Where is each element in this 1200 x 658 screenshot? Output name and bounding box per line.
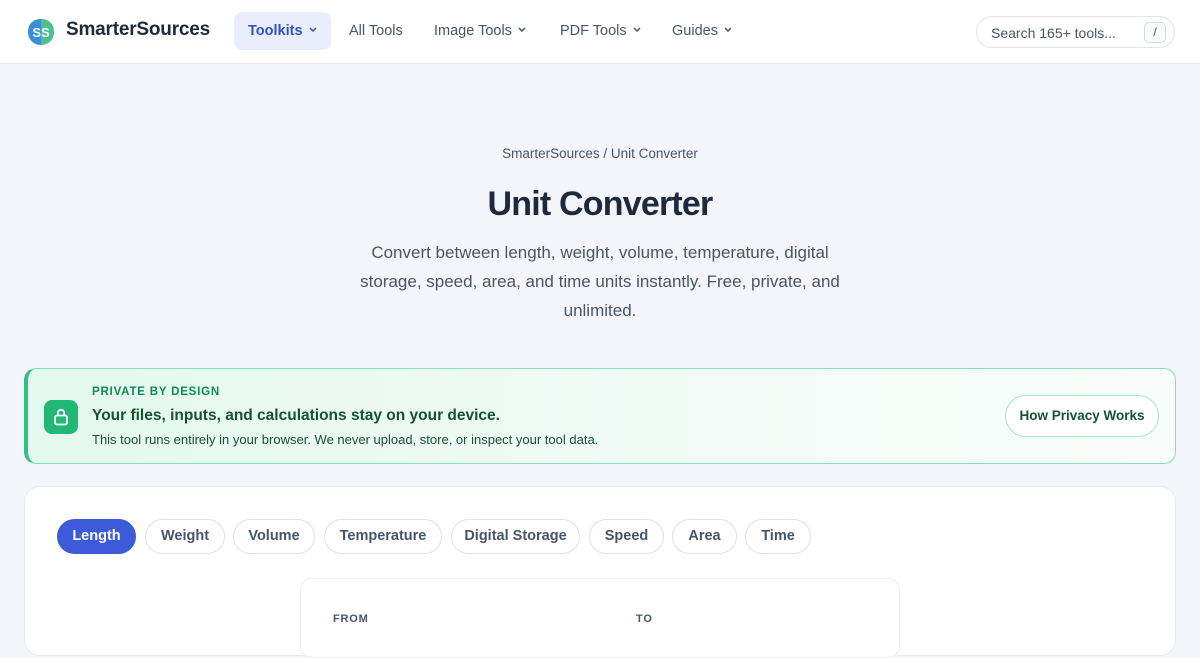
brand-name[interactable]: SmarterSources — [66, 19, 210, 41]
chevron-down-icon — [518, 27, 526, 32]
lock-icon — [44, 400, 78, 434]
conversion-panel — [300, 578, 900, 658]
nav-image-tools-label: Image Tools — [434, 23, 512, 39]
nav-toolkits-label: Toolkits — [248, 23, 303, 39]
tab-volume[interactable]: Volume — [233, 519, 315, 554]
from-label: FROM — [333, 613, 369, 625]
nav-pdf-tools[interactable]: PDF Tools — [546, 12, 655, 50]
to-label: TO — [636, 613, 653, 625]
page-title: Unit Converter — [487, 185, 714, 223]
privacy-description: This tool runs entirely in your browser.… — [92, 432, 599, 447]
tab-area[interactable]: Area — [672, 519, 737, 554]
tab-weight[interactable]: Weight — [145, 519, 225, 554]
search-placeholder: Search 165+ tools... — [991, 25, 1116, 41]
brand-logo-icon[interactable]: SS — [26, 17, 56, 47]
nav-all-tools[interactable]: All Tools — [335, 12, 417, 50]
chevron-down-icon — [724, 27, 732, 32]
nav-guides[interactable]: Guides — [658, 12, 746, 50]
tab-digital-storage[interactable]: Digital Storage — [451, 519, 580, 554]
nav-pdf-tools-label: PDF Tools — [560, 23, 627, 39]
chevron-down-icon — [308, 27, 317, 32]
nav-all-tools-label: All Tools — [349, 23, 403, 39]
svg-text:SS: SS — [32, 25, 50, 40]
privacy-banner: PRIVATE BY DESIGN Your files, inputs, an… — [24, 368, 1176, 464]
tab-temperature[interactable]: Temperature — [324, 519, 442, 554]
page-subtitle: Convert between length, weight, volume, … — [360, 243, 840, 320]
tab-time[interactable]: Time — [745, 519, 811, 554]
tab-speed[interactable]: Speed — [589, 519, 664, 554]
top-navbar: SS SmarterSources Toolkits All Tools Ima… — [0, 0, 1200, 64]
tab-length[interactable]: Length — [57, 519, 136, 554]
nav-toolkits[interactable]: Toolkits — [234, 12, 331, 50]
search-input[interactable]: Search 165+ tools... / — [976, 16, 1175, 48]
privacy-headline: Your files, inputs, and calculations sta… — [92, 407, 500, 424]
breadcrumb[interactable]: SmarterSources / Unit Converter — [0, 146, 1200, 161]
search-shortcut-key: / — [1144, 22, 1166, 43]
nav-guides-label: Guides — [672, 23, 718, 39]
nav-image-tools[interactable]: Image Tools — [420, 12, 540, 50]
how-privacy-works-button[interactable]: How Privacy Works — [1005, 395, 1159, 437]
chevron-down-icon — [633, 27, 641, 32]
privacy-eyebrow: PRIVATE BY DESIGN — [92, 386, 220, 398]
